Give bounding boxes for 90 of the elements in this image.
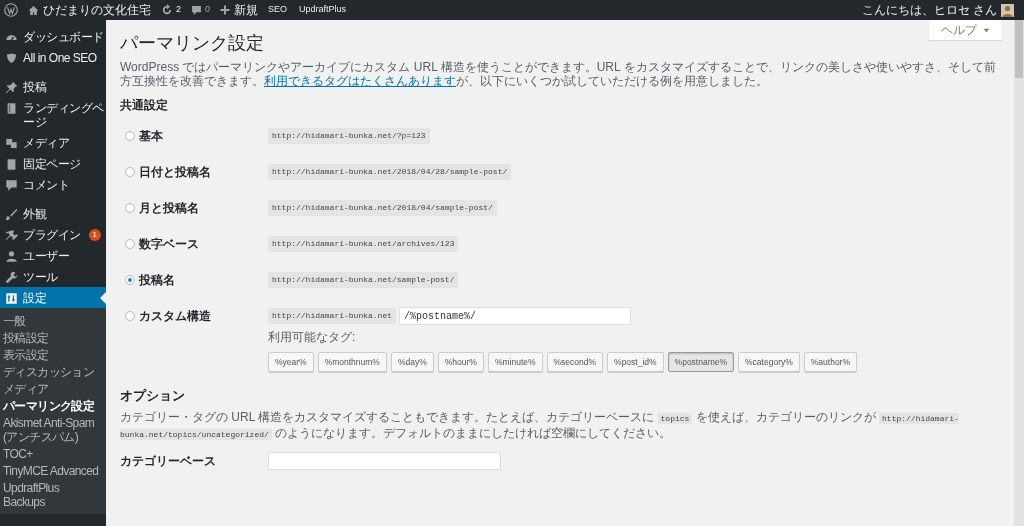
sidebar-item[interactable]: 固定ページ xyxy=(0,153,106,174)
option-label[interactable]: 投稿名 xyxy=(139,271,175,289)
section-heading: オプション xyxy=(120,387,186,405)
paintbrush-icon xyxy=(5,207,18,221)
home-icon xyxy=(28,4,39,16)
media-icon xyxy=(5,136,18,150)
settings-icon xyxy=(5,291,18,305)
url-example: http://hidamari-bunka.net/sample-post/ xyxy=(268,272,459,288)
comment-icon xyxy=(191,4,202,16)
caret-down-icon xyxy=(983,26,990,34)
sidebar-item[interactable]: ダッシュボード xyxy=(0,26,106,47)
submenu-item[interactable]: ディスカッション xyxy=(0,363,106,380)
sidebar-item[interactable]: All in One SEO xyxy=(0,47,106,68)
sidebar-item[interactable]: 外観 xyxy=(0,203,106,224)
option-label[interactable]: 月と投稿名 xyxy=(139,199,199,217)
options-description: カテゴリー・タグの URL 構造をカスタマイズすることもできます。たとえば、カテゴリーベースに topics を使えば、カテゴリーのリンクが http://hidamari-bunka.net/topics/uncategorized/ のようになります。デフォルトのままにしたければ空欄にしてください。 xyxy=(120,409,960,442)
sidebar-item[interactable]: 投稿 xyxy=(0,76,106,97)
page-title: パーマリンク設定 xyxy=(120,32,265,54)
new-link[interactable]: 新規 xyxy=(234,1,259,19)
user-icon xyxy=(5,249,18,263)
scrollbar[interactable] xyxy=(1014,20,1024,526)
tag-button[interactable]: %monthnum% xyxy=(317,352,387,372)
url-example: http://hidamari-bunka.net/2018/04/28/sample-post/ xyxy=(268,164,512,180)
scrollbar-thumb[interactable] xyxy=(1015,20,1023,78)
submenu-item[interactable]: 投稿設定 xyxy=(0,329,106,346)
tag-button[interactable]: %post_id% xyxy=(607,352,664,372)
field-label: カテゴリーベース xyxy=(120,452,217,470)
radio-button[interactable] xyxy=(125,275,135,285)
tag-button[interactable]: %second% xyxy=(546,352,604,372)
url-example: http://hidamari-bunka.net/archives/123 xyxy=(268,236,459,252)
update-badge: 1 xyxy=(88,228,101,241)
sidebar-item[interactable]: 設定 xyxy=(0,287,106,308)
greeting-link[interactable]: こんにちは、ヒロセ さん xyxy=(861,1,997,19)
tag-button[interactable]: %day% xyxy=(390,352,434,372)
pushpin-icon xyxy=(5,80,18,94)
tags-label: 利用可能なタグ: xyxy=(268,329,357,346)
plug-icon xyxy=(5,228,18,242)
tag-button[interactable]: %year% xyxy=(268,352,314,372)
submenu-item[interactable]: TinyMCE Advanced xyxy=(0,462,106,479)
site-name-link[interactable]: ひだまりの文化住宅 xyxy=(43,1,151,19)
url-example: http://hidamari-bunka.net/2018/04/sample-post/ xyxy=(268,200,497,216)
book-icon xyxy=(5,101,18,115)
submenu-item[interactable]: メディア xyxy=(0,380,106,397)
sidebar-item[interactable]: ツール xyxy=(0,266,106,287)
url-example: http://hidamari-bunka.net/?p=123 xyxy=(268,128,430,144)
wordpress-logo-icon xyxy=(4,3,18,17)
comment-icon xyxy=(5,178,18,192)
pointer-icon xyxy=(100,292,106,304)
radio-button[interactable] xyxy=(125,131,135,141)
tag-button[interactable]: %hour% xyxy=(437,352,484,372)
radio-button[interactable] xyxy=(125,311,135,321)
tag-button[interactable]: %author% xyxy=(803,352,857,372)
avatar-icon xyxy=(1001,3,1014,17)
radio-button[interactable] xyxy=(125,239,135,249)
comment-count[interactable]: 0 xyxy=(205,3,211,17)
submenu-item[interactable]: 表示設定 xyxy=(0,346,106,363)
sidebar-item[interactable]: メディア xyxy=(0,132,106,153)
sidebar-item[interactable]: プラグイン 1 xyxy=(0,224,106,245)
toolbar-link[interactable]: SEO xyxy=(268,3,288,17)
tag-button[interactable]: %postname% xyxy=(667,352,735,372)
radio-button[interactable] xyxy=(125,167,135,177)
structure-input[interactable]: /%postname%/ xyxy=(399,307,632,325)
submenu-item[interactable]: TOC+ xyxy=(0,445,106,462)
sidebar-item[interactable]: ユーザー xyxy=(0,245,106,266)
plus-icon xyxy=(220,5,231,15)
sidebar-item[interactable]: コメント xyxy=(0,174,106,195)
option-label[interactable]: カスタム構造 xyxy=(139,307,211,325)
submenu-item[interactable]: Akismet Anti-Spam (アンチスパム) xyxy=(0,414,106,445)
refresh-icon xyxy=(161,4,173,16)
toolbar-link[interactable]: UpdraftPlus xyxy=(299,3,347,17)
option-label[interactable]: 基本 xyxy=(139,127,163,145)
submenu-item[interactable]: 一般 xyxy=(0,312,106,329)
section-heading: 共通設定 xyxy=(120,97,169,114)
radio-button[interactable] xyxy=(125,203,135,213)
option-label[interactable]: 日付と投稿名 xyxy=(139,163,211,181)
tag-button[interactable]: %category% xyxy=(738,352,800,372)
sidebar-item[interactable]: ランディングページ xyxy=(0,97,106,132)
submenu-item[interactable]: パーマリンク設定 xyxy=(0,397,106,414)
intro-text: WordPress ではパーマリンクやアーカイブにカスタム URL 構造を使うことができます。URL をカスタマイズすることで、リンクの美しさや使いやすさ、そして前方互換性を改善できます。利用できるタグはたくさんありますが、以下にいくつか試していただける例を用意しました。 xyxy=(120,60,997,88)
category-base-input[interactable] xyxy=(268,451,501,470)
update-count[interactable]: 2 xyxy=(176,3,181,17)
tag-button[interactable]: %minute% xyxy=(487,352,543,372)
tags-link[interactable]: 利用できるタグはたくさんあります xyxy=(264,74,456,88)
option-label[interactable]: 数字ベース xyxy=(139,235,199,253)
submenu-item[interactable]: UpdraftPlus Backups xyxy=(0,479,106,510)
url-prefix: http://hidamari-bunka.net xyxy=(268,308,397,324)
wrench-icon xyxy=(5,270,18,284)
shield-icon xyxy=(5,51,18,65)
help-button[interactable]: ヘルプ xyxy=(929,20,1002,40)
page-icon xyxy=(5,157,18,171)
